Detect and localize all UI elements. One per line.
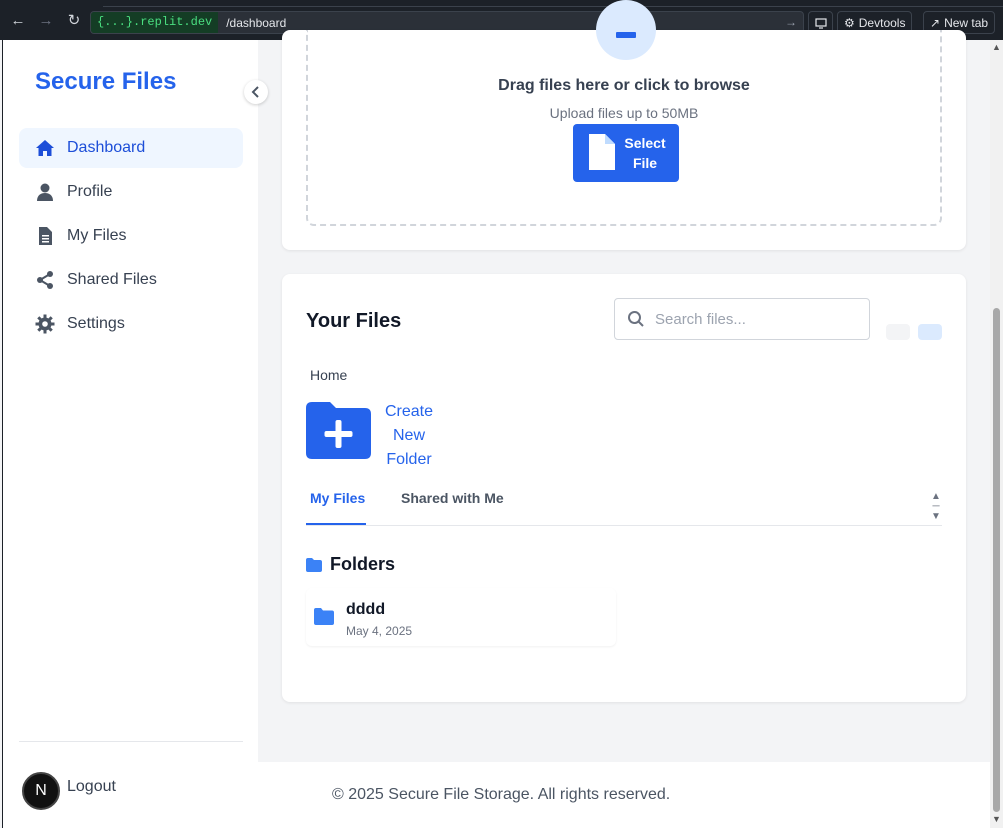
folder-name: dddd xyxy=(346,601,386,618)
back-icon[interactable]: ← xyxy=(4,0,32,40)
search-icon xyxy=(628,311,644,327)
url-domain: {...}.replit.dev xyxy=(91,12,219,33)
upload-card: Drag files here or click to browse Uploa… xyxy=(282,0,966,250)
sidebar-item-label: Dashboard xyxy=(67,139,146,156)
sidebar-collapse-button[interactable] xyxy=(244,80,268,104)
scrollbar-thumb[interactable] xyxy=(993,308,1000,812)
footer-copyright: © 2025 Secure File Storage. All rights r… xyxy=(332,786,671,803)
list-view-toggle[interactable] xyxy=(918,324,942,340)
monitor-icon xyxy=(814,17,827,29)
go-arrow-icon[interactable]: → xyxy=(785,15,797,29)
scroll-down-icon[interactable]: ▼ xyxy=(992,814,1001,824)
create-folder-button[interactable]: Create New Folder xyxy=(306,402,433,472)
select-file-button[interactable]: Select File xyxy=(573,124,679,182)
create-folder-label-line3: Folder xyxy=(386,451,432,468)
new-tab-label: New tab xyxy=(944,15,989,30)
folder-item[interactable]: dddd May 4, 2025 xyxy=(306,588,616,646)
sidebar-item-dashboard[interactable]: Dashboard xyxy=(19,128,243,168)
sidebar-item-settings[interactable]: Settings xyxy=(19,304,243,344)
sidebar-item-label: My Files xyxy=(67,227,127,244)
folders-heading: Folders xyxy=(306,554,395,575)
create-folder-label-line1: Create xyxy=(385,403,434,420)
files-title: Your Files xyxy=(306,310,402,332)
folder-icon xyxy=(306,557,322,572)
sidebar-item-label: Settings xyxy=(67,315,125,332)
tab-scroll-arrows[interactable]: ▲ ─ ▼ xyxy=(930,492,942,522)
external-link-icon: ↗ xyxy=(930,15,941,30)
create-folder-label-line2: New xyxy=(392,427,425,444)
devtools-label: Devtools xyxy=(858,15,906,30)
sidebar-item-label: Profile xyxy=(67,183,113,200)
folder-icon xyxy=(314,608,334,630)
active-tab-indicator xyxy=(306,523,366,525)
folder-date: May 4, 2025 xyxy=(346,624,413,638)
grid-view-toggle[interactable] xyxy=(886,324,910,340)
folder-plus-icon xyxy=(306,402,371,459)
dropzone[interactable]: Drag files here or click to browse Uploa… xyxy=(306,0,942,226)
chevron-left-icon xyxy=(251,86,259,98)
search-field[interactable] xyxy=(614,298,870,340)
tab-strip-line xyxy=(103,0,1003,7)
url-path: /dashboard xyxy=(226,15,287,30)
wrench-icon: ⚙ xyxy=(844,15,855,30)
sidebar-item-shared-files[interactable]: Shared Files xyxy=(19,260,243,300)
sidebar-nav: Dashboard Profile My Files Shared Files … xyxy=(19,128,243,348)
home-icon xyxy=(35,138,55,158)
sidebar-item-profile[interactable]: Profile xyxy=(19,172,243,212)
main-content: Drag files here or click to browse Uploa… xyxy=(258,0,990,828)
page-scrollbar[interactable]: ▲ ▼ xyxy=(990,40,1003,828)
file-icon xyxy=(589,133,615,173)
user-icon xyxy=(35,182,55,202)
dropzone-subtitle: Upload files up to 50MB xyxy=(549,105,699,121)
search-input[interactable] xyxy=(655,310,855,328)
create-folder-label: Create New Folder xyxy=(385,400,433,472)
gear-icon xyxy=(35,314,55,334)
footer: © 2025 Secure File Storage. All rights r… xyxy=(258,762,990,828)
file-tabs: My Files Shared with Me ▲ ─ ▼ xyxy=(306,482,942,526)
brand-title: Secure Files xyxy=(35,68,177,95)
upload-icon xyxy=(596,0,656,60)
share-icon xyxy=(35,270,55,290)
scroll-up-icon[interactable]: ▲ xyxy=(992,42,1001,52)
breadcrumb[interactable]: Home xyxy=(310,367,347,383)
select-file-label: Select File xyxy=(615,133,675,173)
tab-shared-with-me[interactable]: Shared with Me xyxy=(401,490,504,506)
select-file-label-line2: File xyxy=(632,155,658,171)
sidebar: Secure Files Dashboard Profile My Files … xyxy=(2,40,258,828)
dropzone-title: Drag files here or click to browse xyxy=(498,77,750,94)
forward-icon[interactable]: → xyxy=(32,0,60,40)
sidebar-item-my-files[interactable]: My Files xyxy=(19,216,243,256)
avatar[interactable]: N xyxy=(22,772,60,810)
reload-icon[interactable]: ↻ xyxy=(60,0,88,40)
logout-button[interactable]: Logout xyxy=(67,778,116,796)
sidebar-item-label: Shared Files xyxy=(67,271,157,288)
sidebar-divider xyxy=(19,741,243,742)
tab-my-files[interactable]: My Files xyxy=(310,490,365,506)
select-file-label-line1: Select xyxy=(624,135,666,151)
file-icon xyxy=(35,226,55,246)
files-card: Your Files Home Create New Folder My Fil… xyxy=(282,274,966,702)
folders-heading-label: Folders xyxy=(330,554,396,574)
